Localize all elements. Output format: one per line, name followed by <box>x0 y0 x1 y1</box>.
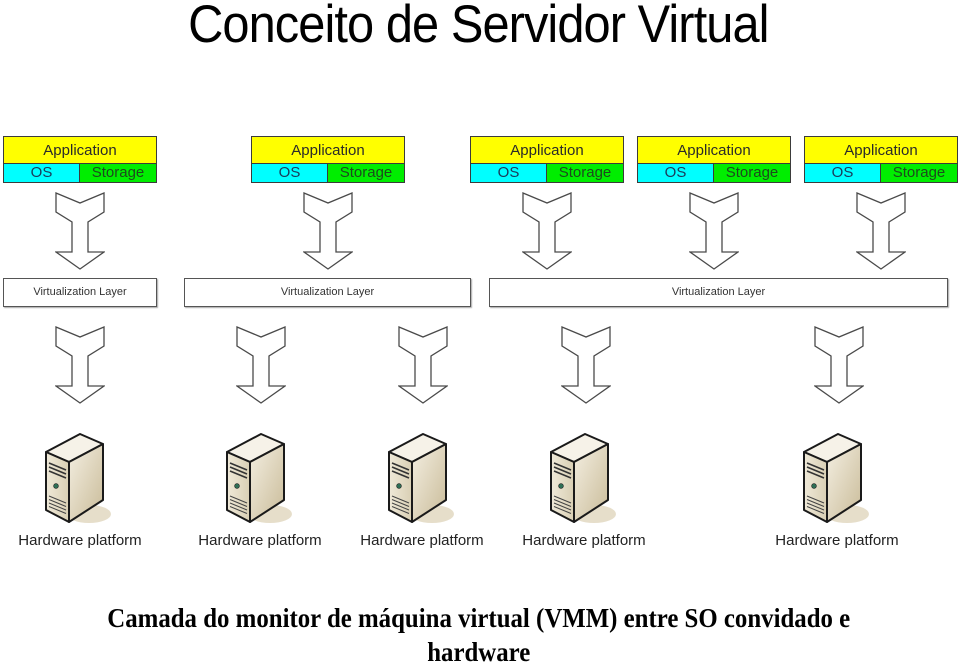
storage-block: Storage <box>328 164 404 182</box>
application-block: Application <box>252 137 404 164</box>
down-arrow-icon <box>812 326 866 404</box>
os-block: OS <box>638 164 714 182</box>
caption-line-1: Camada do monitor de máquina virtual (VM… <box>107 603 851 633</box>
storage-block: Storage <box>80 164 156 182</box>
application-block: Application <box>805 137 957 164</box>
hardware-platform-label-4: Hardware platform <box>522 532 646 549</box>
vm-stack-5: Application OS Storage <box>804 136 958 183</box>
os-block: OS <box>471 164 547 182</box>
down-arrow-icon <box>396 326 450 404</box>
virtualization-layer-1: Virtualization Layer <box>3 278 157 307</box>
down-arrow-icon <box>301 192 355 270</box>
down-arrow-icon <box>234 326 288 404</box>
down-arrow-icon <box>559 326 613 404</box>
caption-line-2: hardware <box>427 637 531 667</box>
virtualization-layer-3: Virtualization Layer <box>489 278 948 307</box>
server-tower-icon <box>386 430 456 528</box>
storage-block: Storage <box>881 164 957 182</box>
down-arrow-icon <box>520 192 574 270</box>
down-arrow-icon <box>854 192 908 270</box>
hardware-platform-label-3: Hardware platform <box>360 532 484 549</box>
server-tower-icon <box>548 430 618 528</box>
hardware-platform-label-5: Hardware platform <box>775 532 899 549</box>
vm-stack-2: Application OS Storage <box>251 136 405 183</box>
slide-title: Conceito de Servidor Virtual <box>188 0 769 54</box>
os-block: OS <box>805 164 881 182</box>
hardware-platform-label-1: Hardware platform <box>18 532 142 549</box>
os-block: OS <box>4 164 80 182</box>
server-tower-icon <box>224 430 294 528</box>
down-arrow-icon <box>53 326 107 404</box>
os-block: OS <box>252 164 328 182</box>
vm-stack-4: Application OS Storage <box>637 136 791 183</box>
application-block: Application <box>638 137 790 164</box>
server-tower-icon <box>43 430 113 528</box>
hardware-platform-label-2: Hardware platform <box>198 532 322 549</box>
storage-block: Storage <box>547 164 623 182</box>
vm-stack-1: Application OS Storage <box>3 136 157 183</box>
down-arrow-icon <box>687 192 741 270</box>
application-block: Application <box>4 137 156 164</box>
storage-block: Storage <box>714 164 790 182</box>
down-arrow-icon <box>53 192 107 270</box>
vm-stack-3: Application OS Storage <box>470 136 624 183</box>
server-tower-icon <box>801 430 871 528</box>
application-block: Application <box>471 137 623 164</box>
virtualization-layer-2: Virtualization Layer <box>184 278 471 307</box>
